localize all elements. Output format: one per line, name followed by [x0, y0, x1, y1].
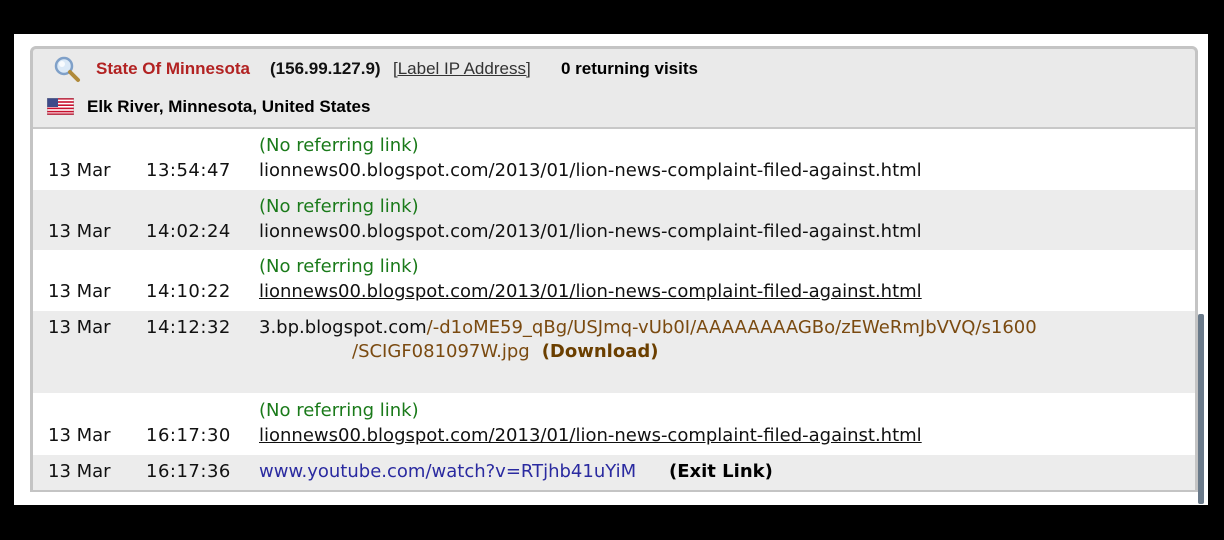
download-url-cont[interactable]: /SCIGF081097W.jpg (Download)	[352, 341, 658, 362]
exit-link-label: (Exit Link)	[669, 461, 773, 482]
exit-url[interactable]: www.youtube.com/watch?v=RTjhb41uYiM	[259, 461, 636, 482]
visit-row: (No referring link) 13 Mar 13:54:47 lion…	[33, 129, 1195, 190]
visitor-location: Elk River, Minnesota, United States	[87, 97, 371, 116]
visit-row-download: 13 Mar 14:12:32 3.bp.blogspot.com/-d1oME…	[33, 311, 1195, 393]
referrer-text: (No referring link)	[259, 135, 419, 156]
visited-url[interactable]: lionnews00.blogspot.com/2013/01/lion-new…	[259, 425, 922, 446]
visit-date: 13 Mar	[48, 160, 111, 181]
visited-url[interactable]: lionnews00.blogspot.com/2013/01/lion-new…	[259, 221, 922, 242]
referrer-text: (No referring link)	[259, 400, 419, 421]
download-url-path: /-d1oME59_qBg/USJmq-vUb0I/AAAAAAAAGBo/zE…	[426, 317, 1037, 338]
returning-visits: 0 returning visits	[561, 59, 698, 78]
ip-address: (156.99.127.9)	[270, 59, 381, 78]
visit-time: 14:02:24	[146, 221, 231, 242]
visit-date: 13 Mar	[48, 425, 111, 446]
download-link[interactable]: (Download)	[542, 341, 659, 362]
search-icon[interactable]	[53, 55, 81, 83]
visited-url[interactable]: lionnews00.blogspot.com/2013/01/lion-new…	[259, 160, 922, 181]
visit-row-exit: 13 Mar 16:17:36 www.youtube.com/watch?v=…	[33, 455, 1195, 490]
referrer-text: (No referring link)	[259, 196, 419, 217]
visit-date: 13 Mar	[48, 221, 111, 242]
download-filename: /SCIGF081097W.jpg	[352, 341, 530, 362]
download-url-host: 3.bp.blogspot.com	[259, 317, 427, 338]
page: State Of Minnesota (156.99.127.9) [Label…	[14, 34, 1208, 505]
visit-list: (No referring link) 13 Mar 13:54:47 lion…	[33, 129, 1195, 490]
visit-date: 13 Mar	[48, 281, 111, 302]
visit-time: 13:54:47	[146, 160, 231, 181]
referrer-text: (No referring link)	[259, 256, 419, 277]
visit-time: 16:17:30	[146, 425, 231, 446]
visitor-header: State Of Minnesota (156.99.127.9) [Label…	[33, 49, 1195, 127]
download-url[interactable]: 3.bp.blogspot.com/-d1oME59_qBg/USJmq-vUb…	[259, 317, 1037, 338]
scrollbar[interactable]	[1198, 314, 1204, 504]
us-flag-icon	[46, 97, 75, 116]
visit-row: (No referring link) 13 Mar 16:17:30 lion…	[33, 393, 1195, 455]
organization-name: State Of Minnesota	[96, 59, 250, 78]
visit-row: (No referring link) 13 Mar 14:10:22 lion…	[33, 250, 1195, 311]
visitor-card: State Of Minnesota (156.99.127.9) [Label…	[30, 46, 1198, 492]
visit-time: 14:12:32	[146, 317, 231, 338]
visit-row: (No referring link) 13 Mar 14:02:24 lion…	[33, 190, 1195, 250]
label-ip-link[interactable]: [Label IP Address]	[393, 59, 531, 79]
visit-time: 14:10:22	[146, 281, 231, 302]
visit-date: 13 Mar	[48, 461, 111, 482]
visit-date: 13 Mar	[48, 317, 111, 338]
visited-url[interactable]: lionnews00.blogspot.com/2013/01/lion-new…	[259, 281, 922, 302]
visit-time: 16:17:36	[146, 461, 231, 482]
